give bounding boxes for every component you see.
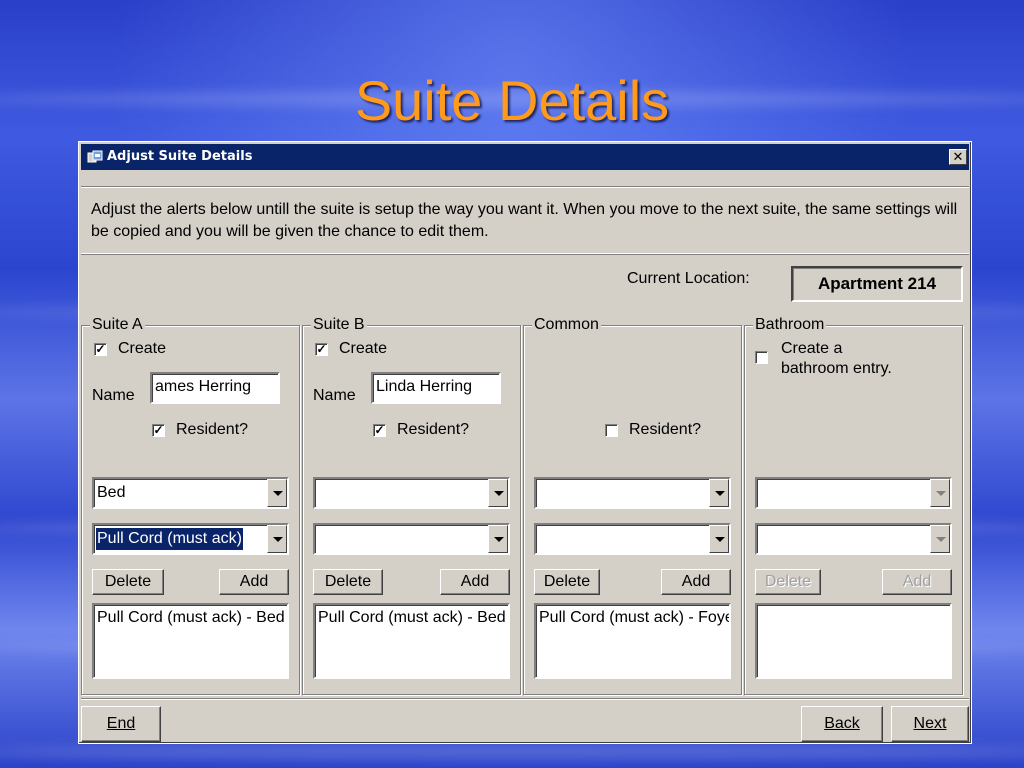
instructions-text: Adjust the alerts below untill the suite… bbox=[91, 201, 958, 240]
create-label: Create bbox=[118, 340, 167, 357]
delete-button[interactable]: Delete bbox=[534, 569, 600, 595]
location-select[interactable]: Bed bbox=[92, 477, 289, 509]
location-select[interactable] bbox=[313, 477, 510, 509]
name-label: Name bbox=[92, 387, 135, 404]
chevron-down-icon[interactable] bbox=[488, 525, 508, 553]
location-select[interactable] bbox=[755, 477, 952, 509]
close-icon: ✕ bbox=[952, 150, 964, 165]
end-button[interactable]: End bbox=[81, 706, 161, 742]
name-input[interactable]: Linda Herring bbox=[371, 372, 501, 404]
alert-type-select[interactable]: Pull Cord (must ack) bbox=[92, 523, 289, 555]
alerts-listbox[interactable] bbox=[755, 603, 952, 679]
checkmark-icon: ✓ bbox=[316, 342, 327, 356]
next-button[interactable]: Next bbox=[891, 706, 969, 742]
create-checkbox[interactable]: ✓ bbox=[315, 343, 328, 356]
group-common: Common Resident? Delete Add Pull Cord (m… bbox=[523, 316, 742, 695]
current-location-label: Current Location: bbox=[627, 270, 750, 287]
chevron-down-icon[interactable] bbox=[709, 525, 729, 553]
resident-label: Resident? bbox=[397, 421, 470, 438]
resident-checkbox[interactable]: ✓ bbox=[152, 424, 165, 437]
back-button-label: Back bbox=[824, 715, 860, 732]
alert-type-select[interactable] bbox=[313, 523, 510, 555]
alerts-listbox[interactable]: Pull Cord (must ack) - Bed bbox=[313, 603, 510, 679]
checkmark-icon: ✓ bbox=[95, 342, 106, 356]
back-button[interactable]: Back bbox=[801, 706, 883, 742]
create-bathroom-checkbox[interactable] bbox=[755, 351, 768, 364]
list-item[interactable]: Pull Cord (must ack) - Foyer bbox=[539, 607, 729, 629]
delete-button[interactable]: Delete bbox=[755, 569, 821, 595]
add-button[interactable]: Add bbox=[882, 569, 952, 595]
chevron-down-icon[interactable] bbox=[267, 525, 287, 553]
delete-button[interactable]: Delete bbox=[313, 569, 383, 595]
alert-type-select[interactable] bbox=[755, 523, 952, 555]
alerts-listbox[interactable]: Pull Cord (must ack) - Foyer bbox=[534, 603, 731, 679]
create-checkbox[interactable]: ✓ bbox=[94, 343, 107, 356]
group-suite-b: Suite B ✓ Create Name Linda Herring ✓ Re… bbox=[302, 316, 521, 695]
window-app-icon bbox=[87, 150, 103, 163]
location-select-value: Bed bbox=[97, 484, 126, 501]
next-button-label: Next bbox=[913, 715, 947, 732]
alert-type-select[interactable] bbox=[534, 523, 731, 555]
resident-checkbox[interactable]: ✓ bbox=[373, 424, 386, 437]
name-input[interactable]: ames Herring bbox=[150, 372, 280, 404]
chevron-down-icon[interactable] bbox=[930, 479, 950, 507]
create-bathroom-label-line1: Create a bbox=[781, 340, 843, 357]
add-button[interactable]: Add bbox=[219, 569, 289, 595]
window-titlebar[interactable]: Adjust Suite Details ✕ bbox=[81, 144, 969, 170]
chevron-down-icon[interactable] bbox=[488, 479, 508, 507]
add-button[interactable]: Add bbox=[661, 569, 731, 595]
delete-button[interactable]: Delete bbox=[92, 569, 164, 595]
dialog-window: Adjust Suite Details ✕ Adjust the alerts… bbox=[78, 141, 972, 744]
group-title: Common bbox=[532, 316, 601, 334]
group-title: Suite B bbox=[311, 316, 367, 334]
chevron-down-icon[interactable] bbox=[709, 479, 729, 507]
footer-separator bbox=[81, 698, 969, 700]
chevron-down-icon[interactable] bbox=[267, 479, 287, 507]
list-item[interactable]: Pull Cord (must ack) - Bed bbox=[97, 607, 285, 629]
window-title: Adjust Suite Details bbox=[107, 149, 253, 164]
group-bathroom: Bathroom Create a bathroom entry. Delete… bbox=[744, 316, 963, 695]
checkmark-icon: ✓ bbox=[374, 423, 385, 437]
close-button[interactable]: ✕ bbox=[949, 149, 967, 165]
resident-checkbox[interactable] bbox=[605, 424, 618, 437]
current-location-value: Apartment 214 bbox=[791, 266, 963, 302]
group-title: Suite A bbox=[90, 316, 145, 334]
add-button[interactable]: Add bbox=[440, 569, 510, 595]
group-suite-a: Suite A ✓ Create Name ames Herring ✓ Res… bbox=[81, 316, 300, 695]
instructions-panel: Adjust the alerts below untill the suite… bbox=[81, 186, 969, 254]
alerts-listbox[interactable]: Pull Cord (must ack) - Bed bbox=[92, 603, 289, 679]
create-label: Create bbox=[339, 340, 388, 357]
checkmark-icon: ✓ bbox=[153, 423, 164, 437]
location-select[interactable] bbox=[534, 477, 731, 509]
list-item[interactable]: Pull Cord (must ack) - Bed bbox=[318, 607, 506, 629]
group-title: Bathroom bbox=[753, 316, 827, 334]
resident-label: Resident? bbox=[629, 421, 702, 438]
resident-label: Resident? bbox=[176, 421, 249, 438]
alert-type-select-value: Pull Cord (must ack) bbox=[96, 528, 243, 550]
slide-title: Suite Details bbox=[354, 69, 670, 132]
chevron-down-icon[interactable] bbox=[930, 525, 950, 553]
end-button-label: End bbox=[106, 715, 136, 732]
name-label: Name bbox=[313, 387, 356, 404]
create-bathroom-label-line2: bathroom entry. bbox=[781, 360, 892, 377]
